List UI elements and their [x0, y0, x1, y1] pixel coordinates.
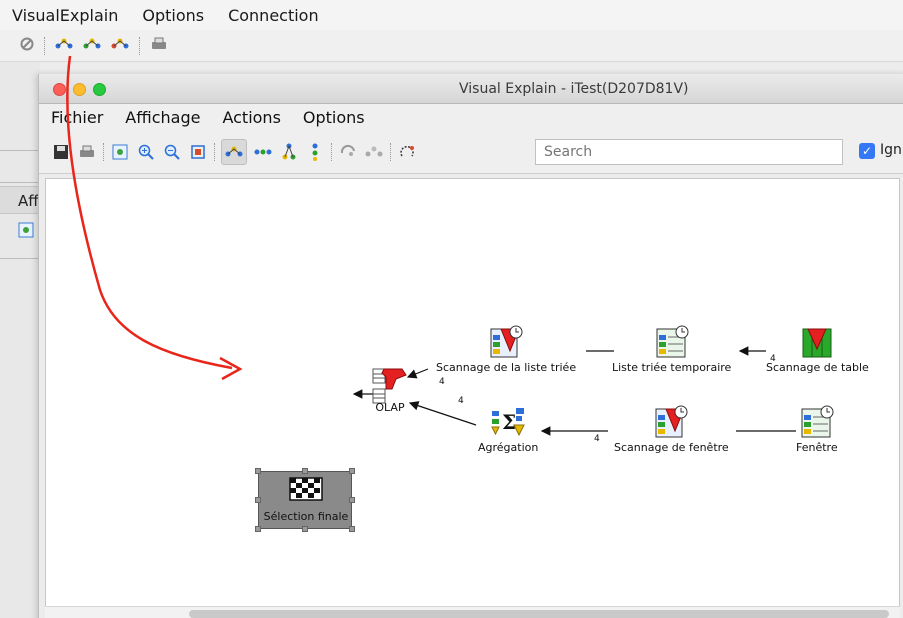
screen: VisualExplain Options Connection Aff Vis… [0, 0, 903, 618]
annotation-arrow [66, 55, 243, 381]
